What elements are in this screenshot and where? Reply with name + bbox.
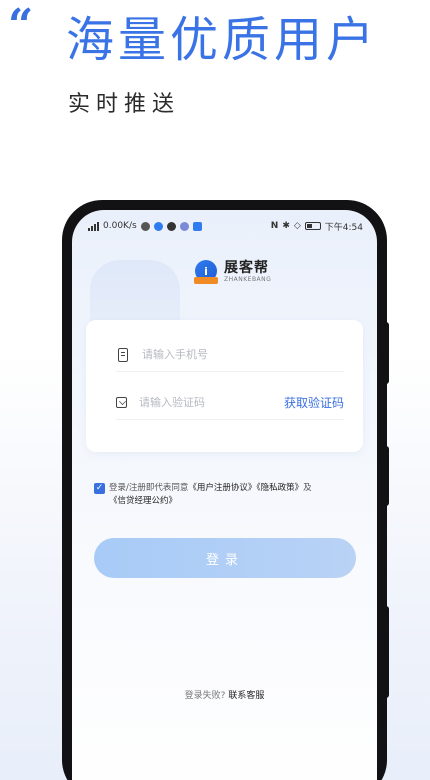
app-name: 展客帮 (224, 259, 269, 276)
app-logo-icon: i (194, 260, 218, 284)
app-logo: i 展客帮 ZHANKEBANG (194, 260, 271, 284)
notification-icon (153, 221, 163, 231)
mute-icon: ◇ (293, 221, 301, 231)
phone-frame: 0.00K/s N ✱ ◇ 下午4:54 i 展客帮 ZHANKEBANG 请输… (62, 200, 387, 780)
battery-icon (304, 222, 321, 230)
promo-subline: 实时推送 (68, 92, 181, 117)
notification-icon (166, 221, 176, 231)
signal-icon (88, 221, 99, 231)
agreement-checkbox[interactable]: ✓ (94, 483, 105, 494)
login-failure-text: 登录失败? (184, 691, 226, 701)
network-speed: 0.00K/s (103, 221, 137, 231)
notification-icon (140, 221, 150, 231)
notification-icon (179, 221, 189, 231)
bluetooth-icon: ✱ (282, 221, 290, 231)
phone-screen: 0.00K/s N ✱ ◇ 下午4:54 i 展客帮 ZHANKEBANG 请输… (72, 210, 377, 780)
contact-support-link[interactable]: 联系客服 (228, 691, 264, 701)
agreement-prefix: 登录/注册即代表同意 (109, 483, 189, 493)
promo-headline: 海量优质用户 (66, 12, 379, 68)
login-button[interactable]: 登录 (94, 538, 356, 578)
get-code-button[interactable]: 获取验证码 (284, 394, 344, 411)
phone-field (116, 338, 344, 372)
login-form-card: 获取验证码 (86, 320, 363, 452)
broker-convention-link[interactable]: 《信贷经理公约》 (109, 496, 177, 506)
verification-code-input[interactable] (138, 396, 284, 409)
app-name-latin: ZHANKEBANG (224, 276, 272, 284)
phone-icon (118, 347, 128, 362)
clock: 下午4:54 (324, 222, 363, 233)
nfc-icon: N (270, 221, 279, 231)
agreement: ✓ 登录/注册即代表同意《用户注册协议》《隐私政策》及《信贷经理公约》 (94, 482, 359, 508)
notification-icon (192, 221, 202, 231)
privacy-policy-link[interactable]: 《隐私政策》 (256, 483, 303, 493)
mail-icon (116, 397, 127, 408)
agreement-and: 及 (303, 483, 312, 493)
quote-mark: “ (8, 0, 34, 51)
code-field: 获取验证码 (116, 386, 344, 420)
status-bar: 0.00K/s N ✱ ◇ 下午4:54 (72, 210, 377, 236)
phone-input[interactable] (142, 348, 344, 361)
login-failure-help: 登录失败? 联系客服 (72, 688, 377, 701)
user-agreement-link[interactable]: 《用户注册协议》 (188, 483, 256, 493)
